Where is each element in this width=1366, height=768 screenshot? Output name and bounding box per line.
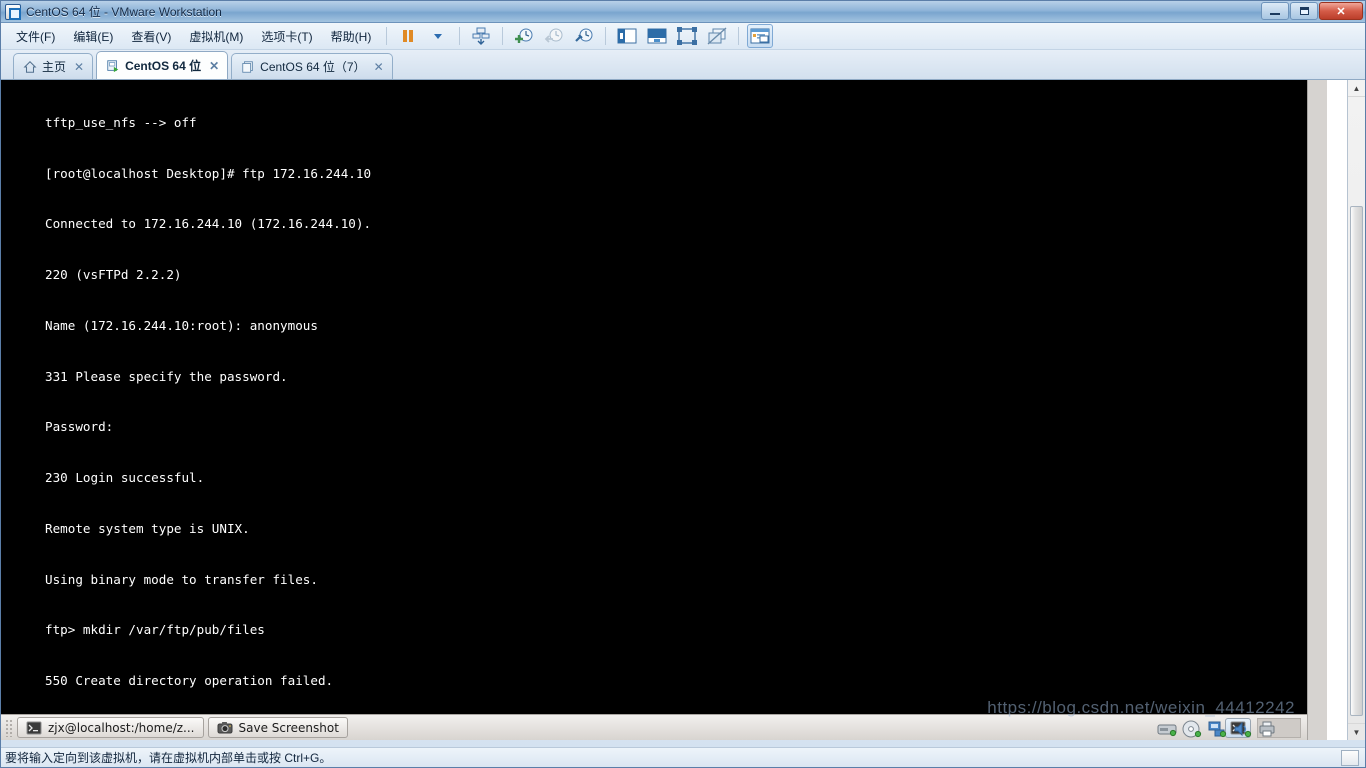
- status-message: 要将输入定向到该虚拟机，请在虚拟机内部单击或按 Ctrl+G。: [5, 751, 332, 765]
- terminal-line: Using binary mode to transfer files.: [45, 571, 318, 587]
- taskbar-terminal-label: zjx@localhost:/home/z...: [48, 720, 195, 735]
- tab-bar: 主页 ✕ CentOS 64 位 ✕ CentOS 64 位（7） ✕: [1, 50, 1365, 80]
- guest-taskbar: zjx@localhost:/home/z... Save Screenshot: [1, 714, 1307, 740]
- taskbar-save-screenshot-label: Save Screenshot: [238, 720, 339, 735]
- terminal-line: 331 Please specify the password.: [45, 368, 288, 384]
- status-folder-button[interactable]: [1341, 749, 1359, 766]
- status-device-icons: [1341, 749, 1365, 766]
- snapshot-manager-icon: [575, 28, 593, 42]
- pause-icon: [403, 30, 414, 42]
- guest-desktop-margin: [1327, 80, 1347, 740]
- toolbar-separator: [605, 27, 607, 45]
- menu-help[interactable]: 帮助(H): [322, 24, 381, 49]
- taskbar-grip-handle[interactable]: [5, 718, 13, 737]
- vmware-workstation-window: CentOS 64 位 - VMware Workstation ✕ 文件(F)…: [0, 0, 1366, 768]
- menu-vm[interactable]: 虚拟机(M): [180, 24, 252, 49]
- send-ctrl-alt-del-button[interactable]: [468, 24, 494, 48]
- menu-tabs[interactable]: 选项卡(T): [252, 24, 321, 49]
- tab-home-close-icon[interactable]: ✕: [74, 60, 84, 74]
- toolbar-separator: [738, 27, 740, 45]
- unity-mode-button[interactable]: [704, 24, 730, 48]
- terminal-line: 550 Create directory operation failed.: [45, 673, 334, 689]
- tab-centos-64[interactable]: CentOS 64 位 ✕: [96, 51, 229, 79]
- tab-centos-64-7[interactable]: CentOS 64 位（7） ✕: [231, 53, 393, 79]
- keyboard-send-icon: [472, 27, 490, 45]
- tab-centos-64-7-close-icon[interactable]: ✕: [374, 60, 384, 74]
- printer-icon: [1259, 721, 1275, 737]
- vmware-app-icon: [5, 3, 21, 20]
- close-button[interactable]: ✕: [1319, 2, 1363, 20]
- scroll-down-arrow-icon[interactable]: ▼: [1348, 723, 1365, 740]
- guest-device-icons: [1157, 720, 1277, 738]
- vm-running-icon: [107, 59, 119, 72]
- take-snapshot-button[interactable]: [511, 24, 537, 48]
- sound-icon: [1234, 721, 1252, 738]
- snapshot-revert-icon: [545, 28, 563, 43]
- home-icon: [23, 60, 37, 73]
- thumbnail-bar-icon: [647, 28, 667, 44]
- status-bar: 要将输入定向到该虚拟机，请在虚拟机内部单击或按 Ctrl+G。: [1, 747, 1365, 767]
- tab-home-label: 主页: [42, 60, 67, 74]
- guest-terminal[interactable]: tftp_use_nfs --> off [root@localhost Des…: [1, 80, 1307, 740]
- fullscreen-icon: [677, 27, 698, 45]
- terminal-line: Connected to 172.16.244.10 (172.16.244.1…: [45, 216, 372, 232]
- revert-snapshot-button[interactable]: [541, 24, 567, 48]
- restore-button[interactable]: [1290, 2, 1318, 20]
- taskbar-save-screenshot-window[interactable]: Save Screenshot: [207, 717, 348, 738]
- taskbar-terminal-window[interactable]: zjx@localhost:/home/z...: [17, 717, 204, 738]
- power-dropdown-button[interactable]: [425, 24, 451, 48]
- terminal-line: ftp> mkdir /var/ftp/pub/files: [45, 622, 265, 638]
- terminal-scrollbar[interactable]: [1307, 80, 1327, 740]
- menu-bar: 文件(F) 编辑(E) 查看(V) 虚拟机(M) 选项卡(T) 帮助(H): [1, 23, 1365, 50]
- toolbar-separator: [459, 27, 461, 45]
- enter-fullscreen-button[interactable]: [674, 24, 700, 48]
- toolbar-separator: [502, 27, 504, 45]
- snapshot-manager-button[interactable]: [571, 24, 597, 48]
- chevron-down-icon: [434, 34, 443, 39]
- unity-mode-icon: [707, 27, 727, 45]
- scrollbar-thumb[interactable]: [1350, 206, 1363, 716]
- console-view-icon: [750, 28, 770, 43]
- camera-icon: [217, 721, 232, 733]
- window-title: CentOS 64 位 - VMware Workstation: [26, 5, 222, 19]
- tab-centos-64-label: CentOS 64 位: [125, 59, 202, 73]
- tab-centos-64-7-label: CentOS 64 位（7）: [260, 60, 366, 74]
- terminal-output: tftp_use_nfs --> off [root@localhost Des…: [45, 81, 1061, 740]
- window-controls: ✕: [1261, 2, 1363, 20]
- toolbar-separator: [386, 27, 388, 45]
- terminal-line: [root@localhost Desktop]# ftp 172.16.244…: [45, 165, 372, 181]
- terminal-line: 230 Login successful.: [45, 470, 205, 486]
- hard-disk-icon: [1157, 724, 1177, 737]
- terminal-line: 220 (vsFTPd 2.2.2): [45, 267, 182, 283]
- terminal-line: Remote system type is UNIX.: [45, 520, 250, 536]
- tab-centos-64-close-icon[interactable]: ✕: [209, 59, 219, 73]
- vm-console-area[interactable]: tftp_use_nfs --> off [root@localhost Des…: [1, 80, 1365, 740]
- suspend-button[interactable]: [395, 24, 421, 48]
- network-icon: [1208, 721, 1227, 738]
- console-vertical-scrollbar[interactable]: ▲ ▼: [1347, 80, 1365, 740]
- scroll-up-arrow-icon[interactable]: ▲: [1348, 80, 1365, 97]
- sidebar-panel-icon: [617, 28, 637, 44]
- show-thumbnails-button[interactable]: [644, 24, 670, 48]
- menu-file[interactable]: 文件(F): [7, 24, 64, 49]
- show-library-button[interactable]: [614, 24, 640, 48]
- console-view-button[interactable]: [747, 24, 774, 48]
- snapshot-add-icon: [515, 28, 533, 43]
- terminal-line: Name (172.16.244.10:root): anonymous: [45, 317, 318, 333]
- cd-dvd-icon: [1182, 720, 1202, 738]
- terminal-scrollbar-thumb[interactable]: [1310, 84, 1325, 736]
- terminal-line: tftp_use_nfs --> off: [45, 114, 197, 130]
- tab-home[interactable]: 主页 ✕: [13, 53, 94, 79]
- title-bar: CentOS 64 位 - VMware Workstation ✕: [1, 1, 1365, 23]
- vm-stopped-icon: [242, 60, 253, 73]
- menu-view[interactable]: 查看(V): [122, 24, 180, 49]
- terminal-line: Password:: [45, 419, 114, 435]
- terminal-icon: [26, 721, 42, 734]
- minimize-button[interactable]: [1261, 2, 1289, 20]
- menu-edit[interactable]: 编辑(E): [64, 24, 122, 49]
